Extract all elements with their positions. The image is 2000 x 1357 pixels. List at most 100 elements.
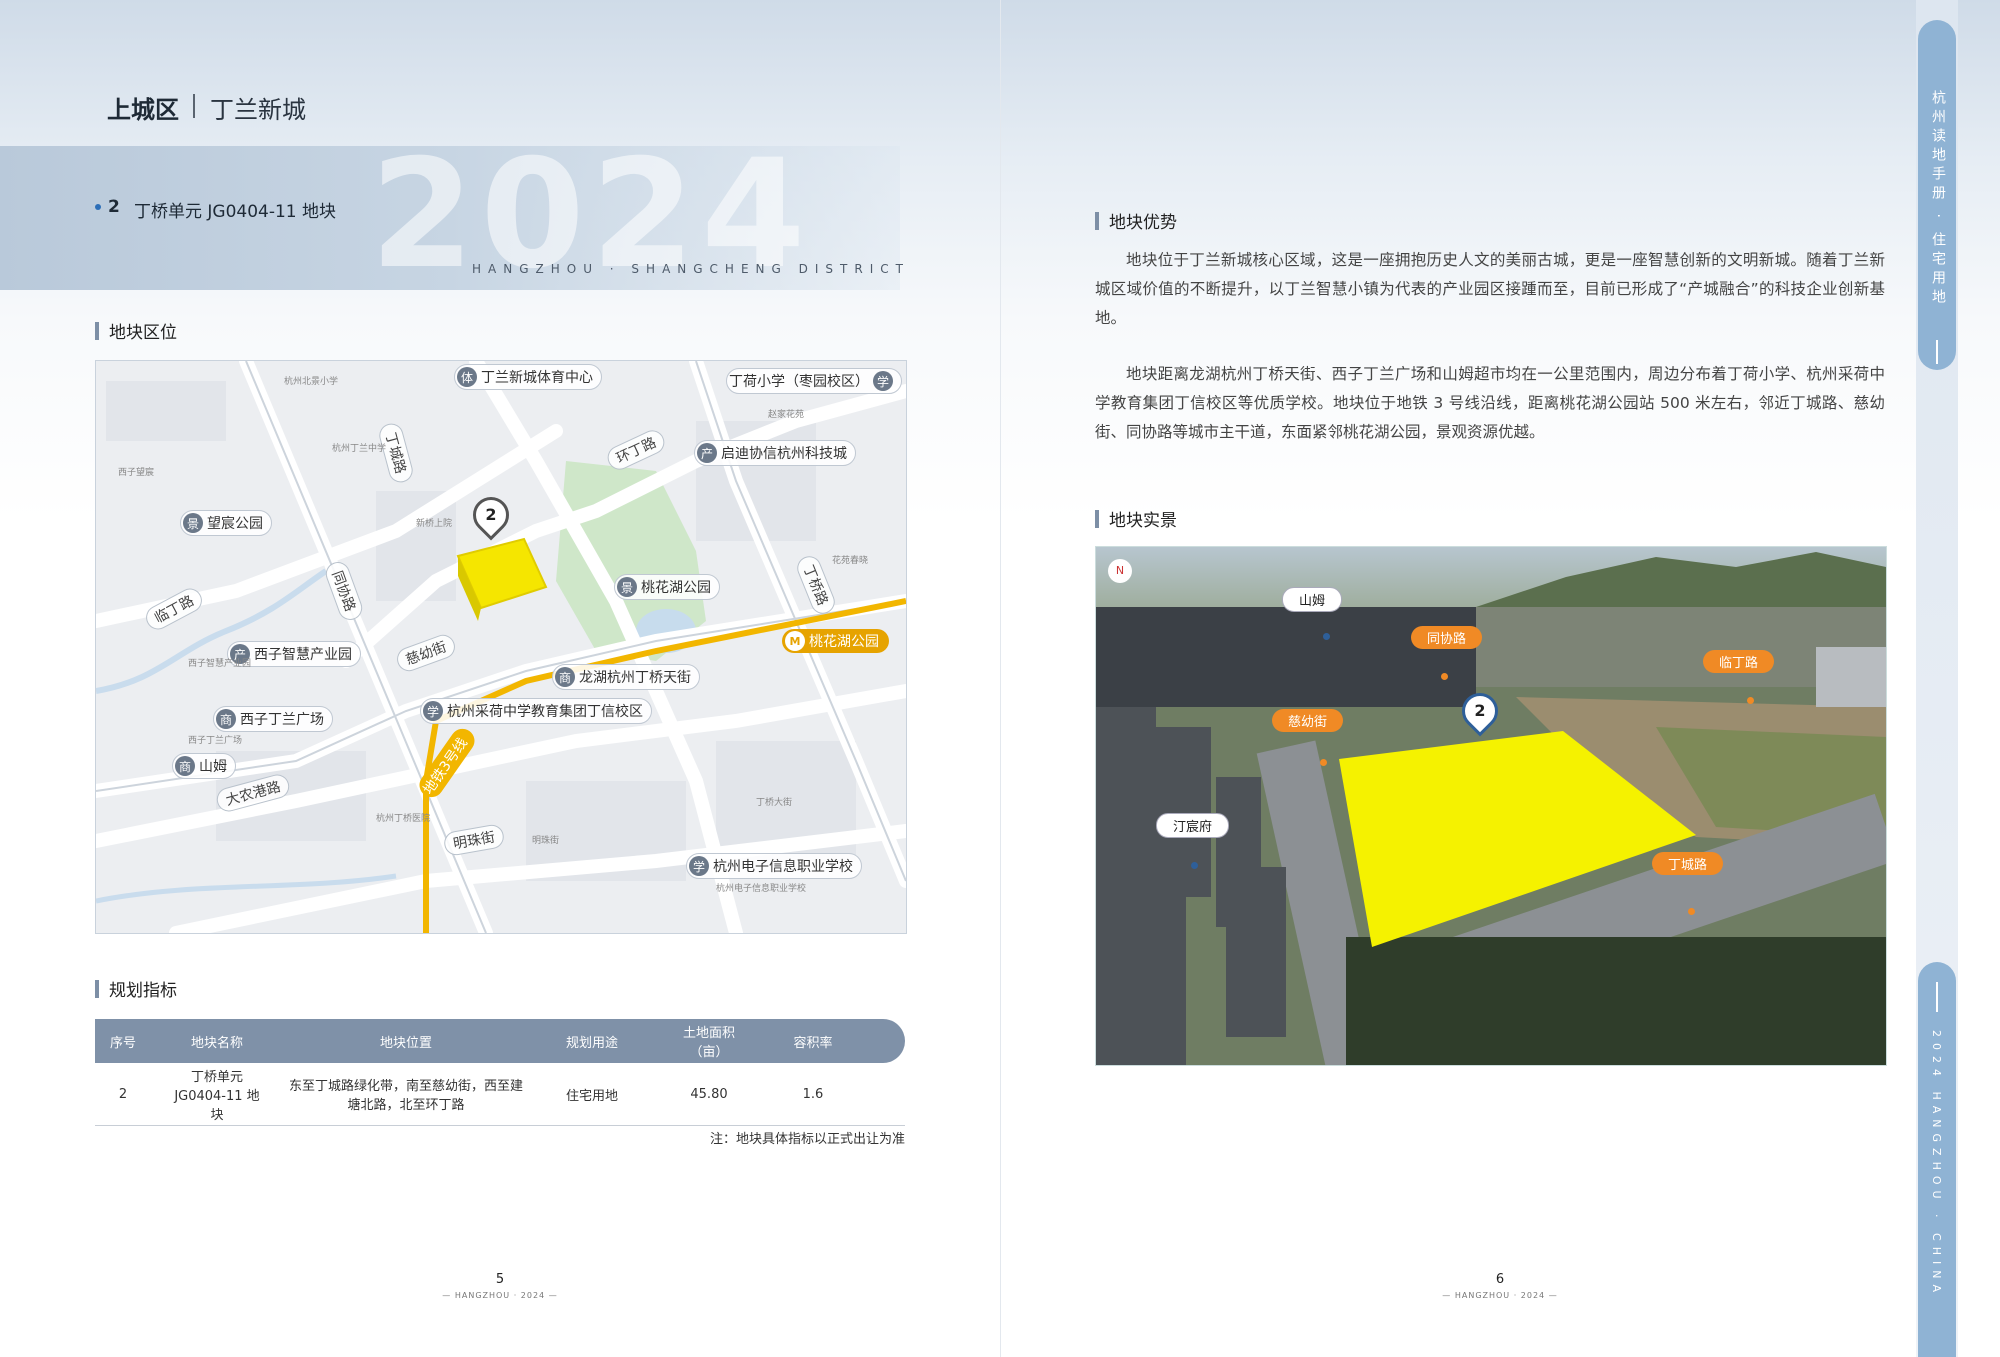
map-minor-text: 杭州丁桥医院 [376, 814, 431, 824]
cell-location: 东至丁城路绿化带，南至慈幼街，西至建塘北路，北至环丁路 [288, 1079, 523, 1113]
map-minor-text: 西子丁兰广场 [188, 736, 243, 746]
poi-caihe-school: 学杭州采荷中学教育集团丁信校区 [420, 698, 652, 724]
map-minor-text: 明珠街 [532, 836, 560, 846]
cell-far: 1.6 [802, 1086, 824, 1102]
poi-label: 山姆 [199, 759, 227, 775]
marker-dot [1441, 673, 1448, 680]
map-minor-text: 西子智慧产业园 [188, 659, 252, 669]
section-planning: 规划指标 [95, 976, 177, 1001]
mall-icon: 商 [555, 667, 575, 687]
side-tab-subtitle: 2024 HANGZHOU · CHINA [1930, 1030, 1943, 1298]
pin-number: 2 [1474, 701, 1486, 720]
aerial-canvas [1096, 547, 1886, 1065]
metro-station-name: 桃花湖公园 [809, 634, 879, 650]
header-separator [193, 94, 195, 118]
school-icon: 学 [873, 371, 893, 391]
section-title: 地块实景 [1109, 511, 1177, 531]
poi-label: 杭州采荷中学教育集团丁信校区 [447, 704, 643, 720]
col-header: 地块位置 [379, 1035, 432, 1051]
map-minor-text: 杭州丁兰中学 [332, 444, 387, 454]
district-title: 上城区 [107, 96, 179, 124]
poi-taohuahu-park: 景桃花湖公园 [614, 574, 720, 600]
side-tab-line [1936, 982, 1938, 1012]
marker-dot [1688, 908, 1695, 915]
section-marker [1095, 211, 1099, 230]
sports-icon: 体 [457, 367, 477, 387]
compass-icon: N [1108, 559, 1132, 583]
section-title: 规划指标 [109, 981, 177, 1001]
section-marker [95, 321, 99, 340]
poi-label: 西子丁兰广场 [240, 712, 324, 728]
poi-sports-center: 体丁兰新城体育中心 [454, 364, 602, 390]
table-row: 2 丁桥单元 JG0404-11 地块 东至丁城路绿化带，南至慈幼街，西至建塘北… [95, 1063, 905, 1126]
section-location: 地块区位 [95, 318, 177, 343]
metro-station-label: M 桃花湖公园 [782, 629, 889, 653]
side-tab-top: 杭州读地手册 · 住宅用地 [1918, 20, 1956, 370]
cell-no: 2 [118, 1086, 128, 1102]
poi-label: 丁荷小学（枣园校区） [729, 374, 869, 390]
page-number-left: 5 [495, 1272, 505, 1287]
poi-electronic-school: 学杭州电子信息职业学校 [686, 853, 862, 879]
col-header: 规划用途 [565, 1035, 618, 1051]
mall-icon: 商 [216, 709, 236, 729]
poi-longfor-tianjie: 商龙湖杭州丁桥天街 [552, 664, 700, 690]
school-icon: 学 [689, 856, 709, 876]
map-minor-text: 杭州北景小学 [284, 377, 339, 387]
pin-number: 2 [485, 505, 497, 524]
poi-wangchen-park: 景望宸公园 [180, 510, 272, 536]
section-marker [1095, 509, 1099, 528]
table-note: 注：地块具体指标以正式出让为准 [709, 1132, 905, 1147]
parcel-number: 2 [108, 197, 120, 217]
map-minor-text: 赵家花苑 [768, 410, 805, 420]
col-header: 容积率 [793, 1035, 833, 1051]
col-header: 土地面积（亩） [682, 1026, 735, 1060]
cell-name: 丁桥单元 JG0404-11 地块 [174, 1069, 260, 1123]
cell-use: 住宅用地 [565, 1088, 618, 1104]
poi-label: 西子智慧产业园 [254, 647, 352, 663]
map-minor-text: 杭州电子信息职业学校 [716, 884, 807, 894]
photo-tag-linding-road: 临丁路 [1703, 650, 1775, 673]
scenic-icon: 景 [617, 577, 637, 597]
photo-tag-sams: 山姆 [1282, 587, 1343, 612]
map-minor-text: 花苑春晓 [832, 556, 869, 566]
poi-tuspark: 产启迪协信杭州科技城 [694, 440, 856, 466]
section-realview: 地块实景 [1095, 506, 1177, 531]
table-header: 序号 地块名称 地块位置 规划用途 土地面积（亩） 容积率 [95, 1019, 905, 1063]
section-advantages: 地块优势 [1095, 208, 1177, 233]
parcel-name: 丁桥单元 JG0404-11 地块 [134, 202, 337, 222]
side-tab-line [1936, 340, 1938, 364]
industry-icon: 产 [697, 443, 717, 463]
photo-tag-ciyou-street: 慈幼街 [1272, 709, 1344, 732]
section-title: 地块优势 [1109, 213, 1177, 233]
photo-tag-tongxie-road: 同协路 [1411, 626, 1483, 649]
marker-dot [1320, 759, 1327, 766]
marker-dot [1747, 697, 1754, 704]
side-tab-bottom: 2024 HANGZHOU · CHINA [1918, 962, 1956, 1357]
poi-label: 龙湖杭州丁桥天街 [579, 670, 691, 686]
page-spine [1000, 0, 1001, 1357]
metro-icon: M [785, 631, 805, 651]
map-minor-text: 西子望宸 [118, 468, 155, 478]
poi-label: 望宸公园 [207, 516, 263, 532]
footer-sub-left: — HANGZHOU · 2024 — [442, 1291, 558, 1300]
map-minor-text: 丁桥大街 [756, 798, 793, 808]
poi-dinghe-school: 丁荷小学（枣园校区）学 [726, 368, 902, 394]
photo-tag-dingcheng-road: 丁城路 [1652, 852, 1724, 875]
bullet-icon [95, 204, 101, 210]
poi-label: 启迪协信杭州科技城 [721, 446, 847, 462]
marker-dot [1323, 633, 1330, 640]
poi-xizi-plaza: 商西子丁兰广场 [213, 706, 333, 732]
col-header: 序号 [109, 1035, 136, 1051]
aerial-photo: N 2 山姆 汀宸府 同协路 临丁路 慈幼街 丁城路 [1095, 546, 1887, 1066]
poi-label: 丁兰新城体育中心 [481, 370, 593, 386]
poi-sams: 商山姆 [172, 753, 236, 779]
marker-dot [1191, 862, 1198, 869]
paragraph-2: 地块距离龙湖杭州丁桥天街、西子丁兰广场和山姆超市均在一公里范围内，周边分布着丁荷… [1095, 365, 1885, 441]
school-icon: 学 [423, 701, 443, 721]
paragraph-1: 地块位于丁兰新城核心区域，这是一座拥抱历史人文的美丽古城，更是一座智慧创新的文明… [1095, 251, 1885, 327]
banner-subtitle: HANGZHOU · SHANGCHENG DISTRICT [472, 262, 910, 276]
scenic-icon: 景 [183, 513, 203, 533]
photo-tag-tingchenfu: 汀宸府 [1156, 813, 1230, 838]
col-header: 地块名称 [190, 1035, 243, 1051]
map-minor-text: 新桥上院 [416, 519, 453, 529]
